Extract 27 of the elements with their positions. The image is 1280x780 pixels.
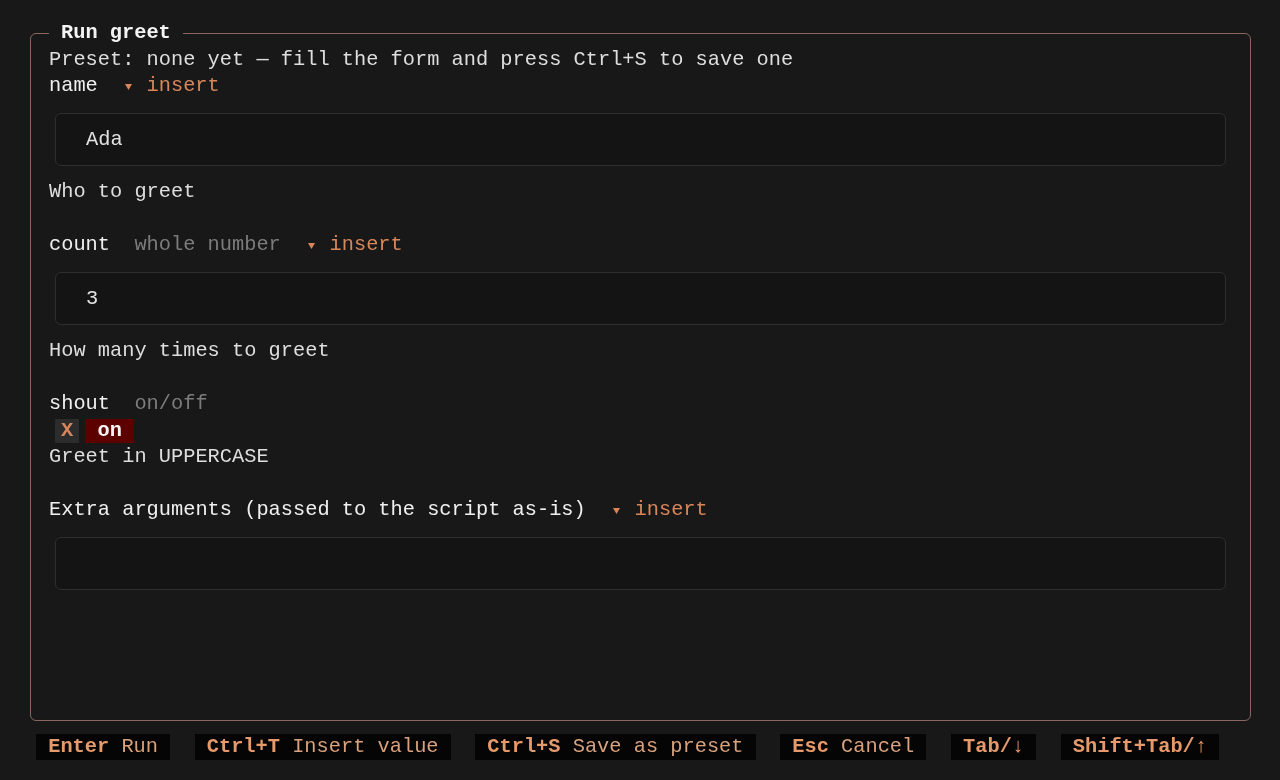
checkbox[interactable]: X xyxy=(55,419,80,443)
insert-button[interactable]: insert xyxy=(610,497,708,524)
key-binding[interactable]: Ctrl+T Insert value xyxy=(194,734,451,760)
field-label: name xyxy=(49,73,98,100)
field-help: Greet in UPPERCASE xyxy=(49,445,269,469)
field-label: shout xyxy=(49,391,110,418)
field-hint: whole number xyxy=(134,232,281,259)
text-input[interactable]: Ada xyxy=(55,112,1226,166)
key-binding[interactable]: Shift+Tab/↑ xyxy=(1060,734,1220,760)
key-binding[interactable]: Tab/↓ xyxy=(950,734,1037,760)
preset-status: Preset: none yet — fill the form and press Ctrl+S to save one xyxy=(49,47,794,71)
key-binding[interactable]: Enter Run xyxy=(36,734,171,760)
caret-icon xyxy=(612,507,620,514)
field-hint: on/off xyxy=(134,391,208,418)
key-binding[interactable]: Ctrl+S Save as preset xyxy=(475,734,756,760)
field-help: Who to greet xyxy=(49,180,196,204)
field-label: count xyxy=(49,232,110,259)
caret-icon xyxy=(307,242,315,249)
insert-button[interactable]: insert xyxy=(122,73,220,100)
text-input[interactable]: 3 xyxy=(55,271,1226,325)
key-binding[interactable]: Esc Cancel xyxy=(780,734,927,760)
caret-icon xyxy=(124,83,132,90)
field-help: How many times to greet xyxy=(49,339,330,363)
insert-button[interactable]: insert xyxy=(305,232,403,259)
checkbox-label[interactable]: on xyxy=(85,419,135,443)
field-label: Extra arguments (passed to the script as-is) xyxy=(49,497,586,524)
text-input[interactable] xyxy=(55,536,1226,590)
